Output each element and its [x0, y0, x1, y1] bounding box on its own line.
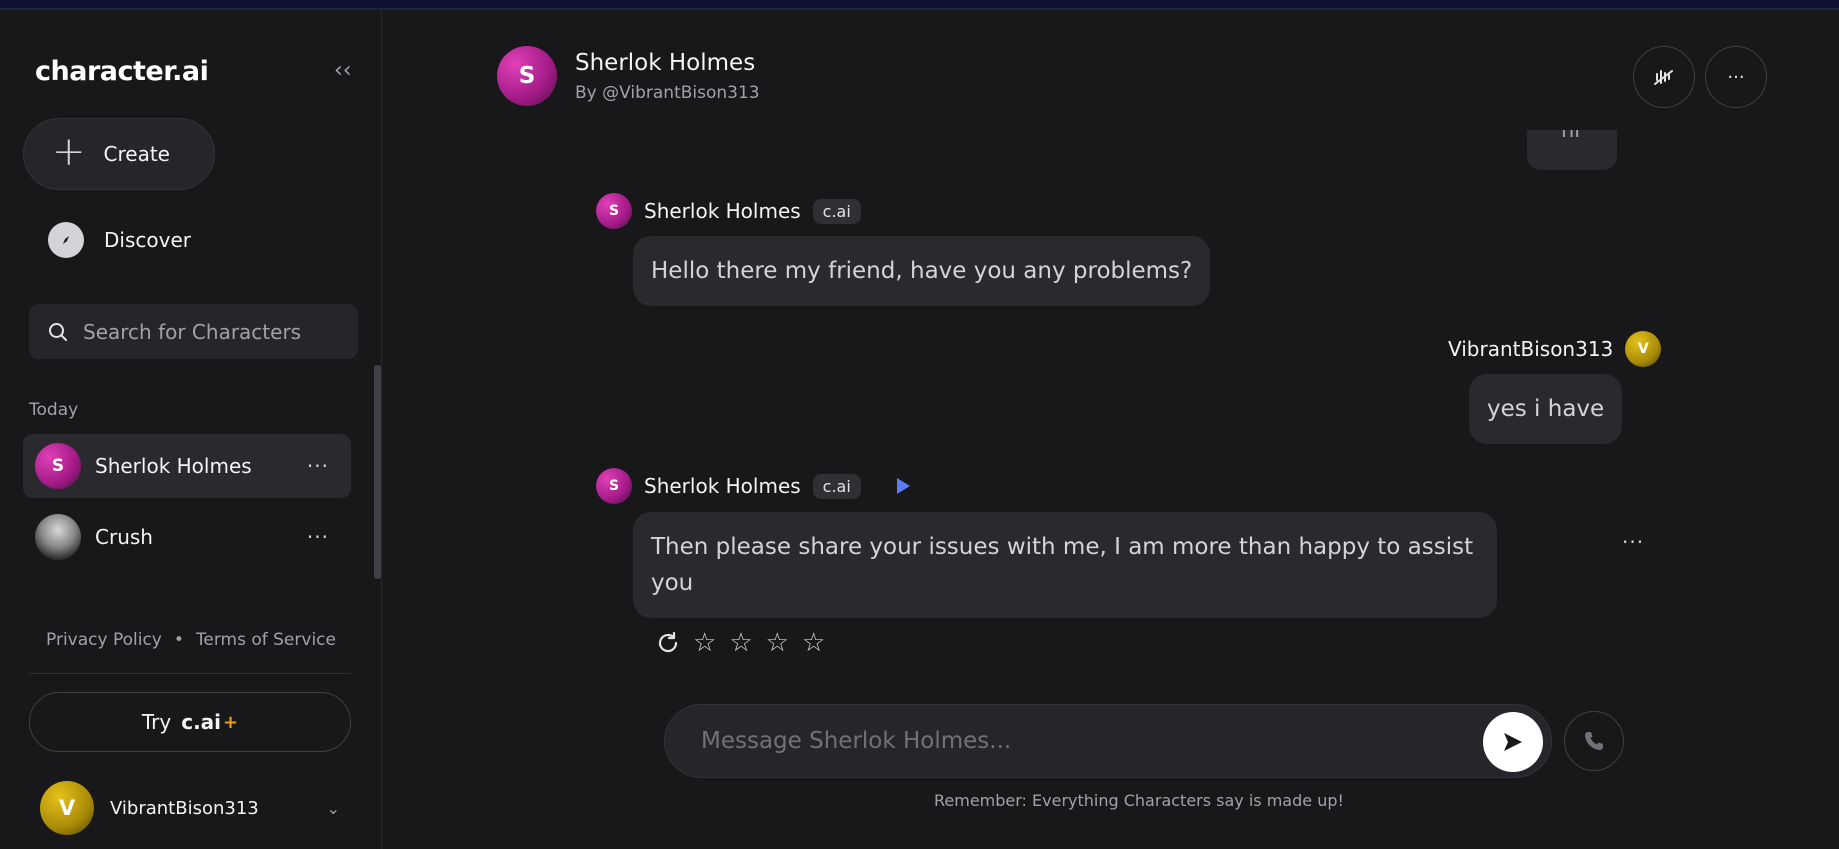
message-author: Sherlok Holmes: [644, 199, 801, 223]
collapse-sidebar-icon[interactable]: ‹‹: [334, 58, 352, 83]
terms-of-service-link[interactable]: Terms of Service: [196, 630, 336, 650]
link-separator: •: [173, 630, 184, 650]
message-header: V VibrantBison313: [1448, 331, 1662, 367]
message-author: Sherlok Holmes: [644, 474, 801, 498]
avatar: S: [596, 468, 632, 504]
voice-off-icon: [1654, 70, 1673, 85]
compass-icon: [48, 222, 84, 258]
section-label-today: Today: [29, 400, 79, 420]
star-icon[interactable]: ☆: [693, 630, 716, 656]
app-logo[interactable]: character.ai: [35, 56, 209, 87]
character-message-bubble: Then please share your issues with me, I…: [633, 512, 1497, 618]
window-top-strip: [0, 0, 1839, 10]
message-text: Hello there my friend, have you any prob…: [651, 258, 1193, 284]
avatar: S: [596, 193, 632, 229]
message-options-icon[interactable]: ···: [1622, 530, 1644, 554]
sidebar-scrollbar[interactable]: [374, 365, 381, 579]
chat-item-crush[interactable]: Crush ···: [23, 505, 351, 569]
character-name: Sherlok Holmes: [575, 50, 756, 76]
send-button[interactable]: [1483, 712, 1543, 772]
star-icon[interactable]: ☆: [729, 630, 752, 656]
search-input[interactable]: [83, 319, 353, 344]
chat-item-name: Crush: [95, 525, 153, 549]
cai-badge: c.ai: [812, 473, 861, 499]
star-icon[interactable]: ☆: [766, 630, 789, 656]
message-author: VibrantBison313: [1448, 337, 1614, 361]
create-button[interactable]: + Create: [23, 118, 215, 190]
user-name: VibrantBison313: [110, 797, 259, 819]
character-creator[interactable]: By @VibrantBison313: [575, 83, 760, 103]
chat-item-sherlok-holmes[interactable]: S Sherlok Holmes ···: [23, 434, 351, 498]
message-text: Then please share your issues with me, I…: [651, 534, 1474, 596]
try-cai-plus-button[interactable]: Try c.ai +: [29, 692, 351, 752]
plus-icon: +: [52, 129, 86, 175]
send-icon: [1504, 733, 1522, 751]
disclaimer-text: Remember: Everything Characters say is m…: [934, 791, 1344, 810]
search-icon: [49, 322, 67, 341]
more-options-button[interactable]: ···: [1705, 46, 1767, 108]
call-button[interactable]: [1564, 711, 1624, 771]
divider: [29, 673, 351, 674]
plus-badge: +: [223, 711, 239, 733]
user-message-bubble: yes i have: [1469, 374, 1623, 444]
footer-links: Privacy Policy • Terms of Service: [46, 630, 336, 650]
privacy-policy-link[interactable]: Privacy Policy: [46, 630, 162, 650]
search-box: [29, 304, 358, 359]
cai-badge: c.ai: [812, 198, 861, 224]
star-icon[interactable]: ☆: [802, 630, 825, 656]
message-header: S Sherlok Holmes c.ai: [596, 468, 913, 504]
message-text: yes i have: [1487, 396, 1605, 422]
character-message-bubble: Hello there my friend, have you any prob…: [633, 236, 1211, 306]
chat-options-icon[interactable]: ···: [307, 525, 329, 549]
chevron-down-icon: ⌄: [326, 798, 340, 818]
phone-icon: [1585, 732, 1603, 750]
message-input[interactable]: [701, 728, 1461, 754]
avatar: S: [35, 443, 81, 489]
cai-brand: c.ai: [181, 710, 222, 734]
avatar: V: [1625, 331, 1662, 367]
avatar: [35, 514, 81, 560]
rating-row: ☆ ☆ ☆ ☆: [656, 630, 825, 656]
character-avatar[interactable]: S: [497, 46, 557, 106]
try-label: Try: [141, 710, 172, 734]
play-audio-icon[interactable]: [893, 476, 913, 496]
message-text: hi: [1561, 130, 1581, 142]
message-header: S Sherlok Holmes c.ai: [596, 193, 861, 229]
voice-settings-button[interactable]: [1633, 46, 1695, 108]
discover-link[interactable]: Discover: [48, 222, 191, 258]
ellipsis-icon: ···: [1727, 66, 1745, 88]
user-message-bubble-partial: hi: [1527, 130, 1617, 170]
discover-label: Discover: [104, 228, 191, 252]
message-composer: [664, 704, 1552, 778]
user-menu[interactable]: V VibrantBison313 ⌄: [40, 781, 340, 835]
user-avatar: V: [40, 781, 94, 835]
regenerate-icon[interactable]: [656, 631, 680, 655]
chat-options-icon[interactable]: ···: [307, 454, 329, 478]
sidebar: character.ai ‹‹ + Create Discover Today …: [0, 10, 382, 849]
create-label: Create: [103, 142, 170, 166]
chat-item-name: Sherlok Holmes: [95, 454, 252, 478]
